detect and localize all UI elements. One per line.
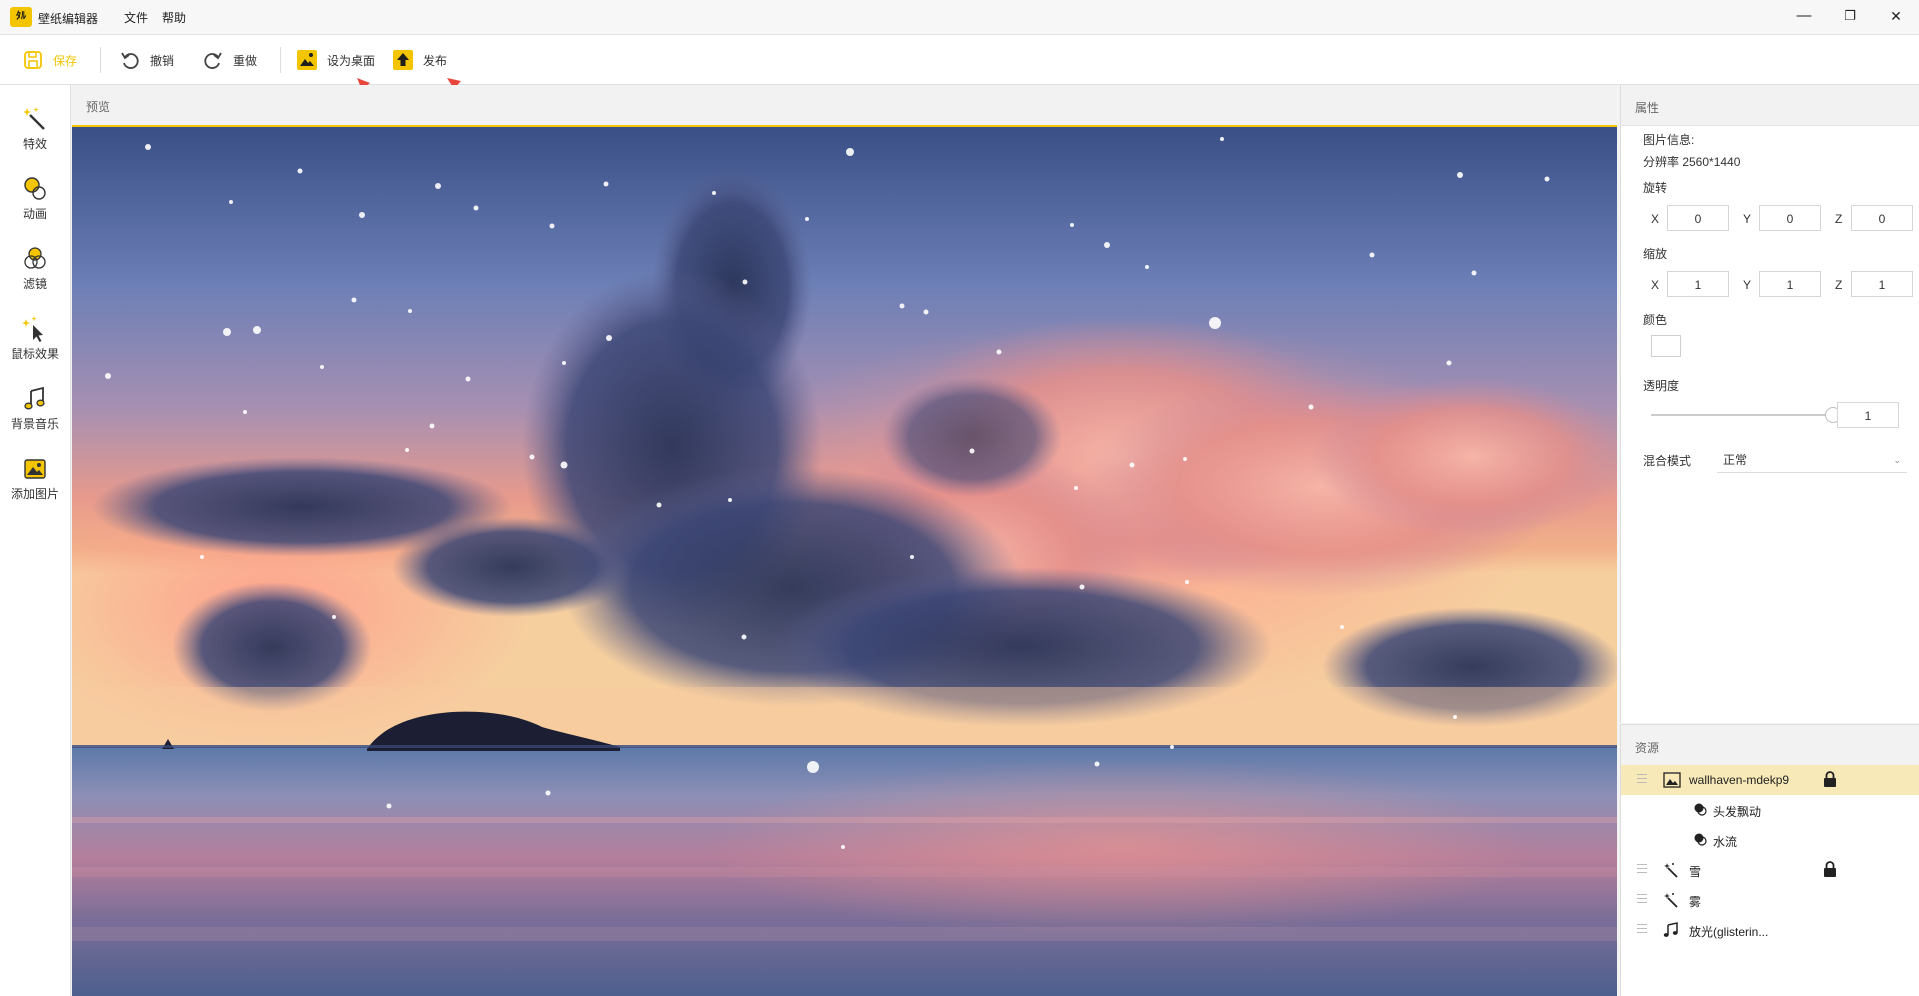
resource-row-fog[interactable]: 雾 (1621, 885, 1919, 915)
rotation-x-input[interactable]: 0 (1667, 205, 1729, 231)
sidebar-label-animation: 动画 (22, 207, 47, 221)
lock-icon[interactable] (1823, 771, 1837, 787)
sidebar-label-background-music: 背景音乐 (10, 417, 59, 431)
sidebar-item-effects[interactable]: 特效 (0, 93, 70, 153)
resource-name: 水流 (1713, 835, 1738, 849)
rotation-z-label: Z (1835, 212, 1843, 226)
sidebar-item-background-music[interactable]: 背景音乐 (0, 373, 70, 433)
add-image-icon (24, 459, 46, 479)
close-button[interactable]: ✕ (1873, 0, 1919, 34)
scale-z-label: Z (1835, 278, 1843, 292)
color-label: 颜色 (1643, 313, 1668, 327)
rotation-x-label: X (1651, 212, 1660, 226)
magic-wand-icon (1664, 893, 1678, 908)
scale-x-input[interactable]: 1 (1667, 271, 1729, 297)
resources-panel: 资源 wallhaven-mdekp9 头发飘动 水流 雪 雾 放光(glist… (1620, 724, 1919, 996)
animation-icon (24, 177, 46, 200)
animation-node-icon (1694, 833, 1707, 846)
preview-title: 预览 (86, 100, 111, 114)
scale-x-label: X (1651, 278, 1660, 292)
color-swatch[interactable] (1651, 335, 1681, 357)
sidebar-item-add-image[interactable]: 添加图片 (0, 443, 70, 503)
drag-handle-icon[interactable] (1637, 894, 1647, 906)
image-icon (1663, 772, 1681, 788)
rotation-label: 旋转 (1643, 181, 1668, 195)
resource-name: 放光(glisterin... (1689, 925, 1769, 939)
sidebar-label-filter: 滤镜 (22, 277, 47, 291)
scale-z-input[interactable]: 1 (1851, 271, 1913, 297)
blend-mode-label: 混合模式 (1643, 454, 1692, 468)
resource-row-wallhaven[interactable]: wallhaven-mdekp9 (1621, 765, 1919, 795)
resource-row-hair[interactable]: 头发飘动 (1621, 795, 1919, 825)
properties-title: 属性 (1635, 101, 1660, 115)
scale-label: 缩放 (1643, 247, 1668, 261)
rotation-y-input[interactable]: 0 (1759, 205, 1821, 231)
filter-icon (24, 247, 46, 269)
drag-handle-icon[interactable] (1637, 774, 1647, 786)
wallpaper-preview[interactable] (72, 127, 1617, 996)
image-info-label: 图片信息: (1643, 133, 1695, 147)
sidebar-item-mouse-effects[interactable]: 鼠标效果 (0, 303, 70, 363)
drag-handle-icon[interactable] (1637, 864, 1647, 876)
music-note-icon (1663, 922, 1678, 937)
music-note-icon (24, 386, 45, 410)
resolution-text: 分辨率 2560*1440 (1643, 155, 1741, 169)
lock-icon[interactable] (1823, 861, 1837, 877)
sidebar-item-filter[interactable]: 滤镜 (0, 233, 70, 293)
opacity-label: 透明度 (1643, 379, 1680, 393)
opacity-input[interactable]: 1 (1837, 402, 1899, 428)
animation-node-icon (1694, 803, 1707, 816)
cursor-sparkle-icon (22, 316, 43, 342)
properties-panel: 属性 图片信息: 分辨率 2560*1440 旋转 X 0 Y 0 Z 0 缩放… (1620, 85, 1919, 723)
tool-sidebar: 特效 动画 滤镜 鼠标效果 背景音乐 添加图片 (0, 85, 71, 996)
drag-handle-icon[interactable] (1637, 924, 1647, 936)
resources-title: 资源 (1635, 741, 1660, 755)
minimize-button[interactable]: — (1781, 0, 1827, 34)
rotation-y-label: Y (1743, 212, 1752, 226)
sunset-wallpaper-image (72, 127, 1617, 996)
resource-name: 雪 (1689, 865, 1702, 879)
resource-name: 头发飘动 (1713, 805, 1762, 819)
sidebar-item-animation[interactable]: 动画 (0, 163, 70, 223)
magic-wand-icon (23, 107, 45, 130)
resources-header: 资源 (1621, 724, 1919, 766)
scale-y-input[interactable]: 1 (1759, 271, 1821, 297)
resource-row-water[interactable]: 水流 (1621, 825, 1919, 855)
sidebar-label-add-image: 添加图片 (10, 487, 59, 501)
resource-name: 雾 (1689, 895, 1702, 909)
resource-name: wallhaven-mdekp9 (1689, 773, 1790, 787)
rotation-z-input[interactable]: 0 (1851, 205, 1913, 231)
sidebar-label-effects: 特效 (22, 137, 47, 151)
magic-wand-icon (1664, 863, 1678, 878)
resource-row-music[interactable]: 放光(glisterin... (1621, 915, 1919, 945)
blend-mode-select[interactable]: 正常 ⌄ (1717, 447, 1907, 473)
blend-mode-value: 正常 (1723, 453, 1748, 467)
chevron-down-icon: ⌄ (1893, 455, 1901, 465)
sidebar-label-mouse-effects: 鼠标效果 (10, 347, 59, 361)
restore-button[interactable]: ❐ (1827, 0, 1873, 34)
resource-row-snow[interactable]: 雪 (1621, 855, 1919, 885)
preview-header: 预览 (72, 85, 1617, 127)
properties-header: 属性 (1621, 85, 1919, 126)
scale-y-label: Y (1743, 278, 1752, 292)
opacity-slider-track[interactable] (1651, 414, 1831, 416)
